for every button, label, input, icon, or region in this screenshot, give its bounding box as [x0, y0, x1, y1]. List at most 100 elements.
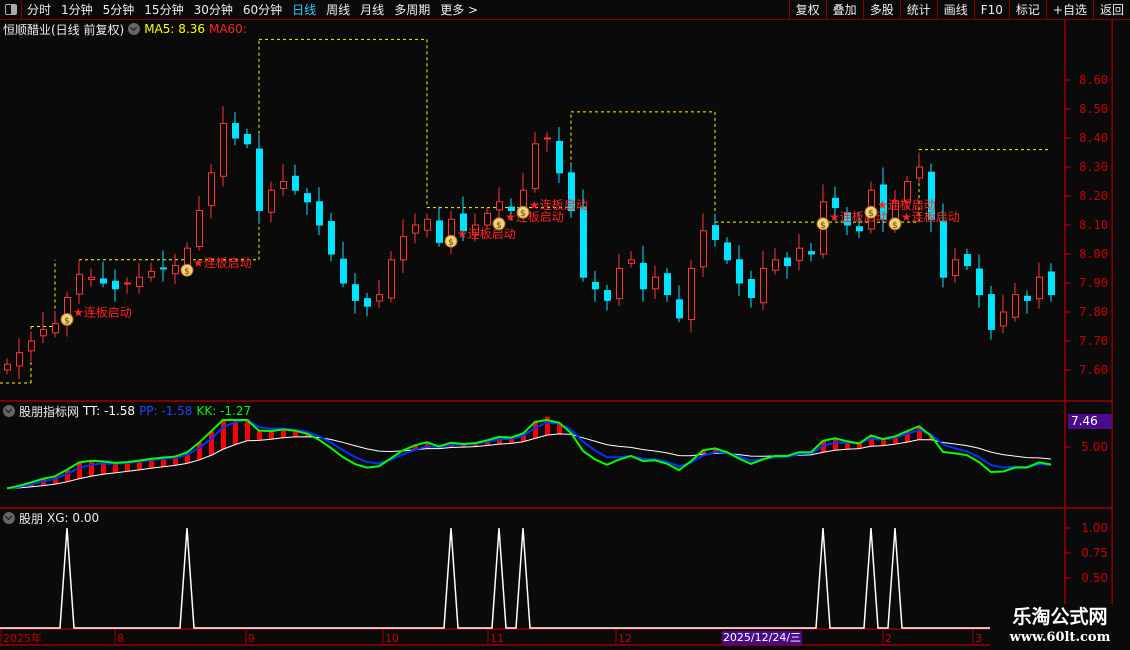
period-tab[interactable]: 分时 — [22, 1, 56, 18]
period-tab[interactable]: 60分钟 — [238, 1, 287, 18]
right-info-strip[interactable] — [1112, 20, 1130, 630]
stock-title: 恒顺醋业(日线 前复权) — [3, 22, 125, 37]
candle-down — [808, 251, 815, 255]
candle-down — [316, 201, 323, 226]
candle-up — [376, 294, 383, 302]
candle-up — [484, 212, 491, 226]
xg-value: XG: 0.00 — [47, 511, 100, 525]
candle-down — [856, 226, 863, 232]
indicator-bar — [77, 462, 82, 479]
indicator-bar — [209, 431, 214, 456]
candle-up — [40, 328, 47, 337]
candle-down — [256, 148, 263, 212]
period-tab[interactable]: 日线 — [287, 1, 321, 18]
signal-label: ★连板启动 — [901, 209, 960, 224]
y-tick-label: 8.30 — [1079, 160, 1108, 174]
candle-down — [676, 299, 683, 319]
dropdown-icon[interactable] — [3, 405, 15, 417]
toolbar-button[interactable]: 复权 — [788, 0, 826, 20]
candle-down — [232, 123, 239, 139]
date-label: 9 — [248, 632, 255, 645]
candle-down — [784, 257, 791, 267]
y-tick-label: 1.00 — [1081, 521, 1108, 535]
toolbar-button[interactable]: +自选 — [1045, 0, 1093, 20]
candle-down — [832, 197, 839, 209]
toolbar-button[interactable]: 画线 — [936, 0, 974, 20]
kk-line — [6, 418, 1052, 490]
signal-label: ★连板启动 — [73, 305, 132, 320]
period-tab[interactable]: 30分钟 — [189, 1, 238, 18]
toolbar-button[interactable]: 多股 — [862, 0, 900, 20]
candle-down — [436, 220, 443, 243]
period-tab[interactable]: 多周期 — [389, 1, 435, 18]
candle-up — [700, 230, 707, 268]
pp-line — [6, 418, 1052, 490]
date-label: 2 — [885, 632, 892, 645]
toolbar-button[interactable]: 标记 — [1008, 0, 1046, 20]
candle-down — [724, 242, 731, 261]
money-bag-icon: $ — [496, 221, 502, 231]
pp-value: PP: -1.58 — [139, 404, 193, 418]
toolbar-button[interactable]: F10 — [973, 0, 1009, 20]
candle-down — [592, 281, 599, 290]
y-tick-label: 5.00 — [1081, 440, 1108, 454]
period-tab[interactable]: 1分钟 — [56, 1, 98, 18]
money-bag-icon: $ — [184, 267, 190, 277]
candle-down — [736, 259, 743, 284]
candle-down — [112, 280, 119, 290]
candle-down — [940, 220, 947, 278]
watermark-title: 乐淘公式网 — [1012, 606, 1108, 628]
candle-up — [280, 181, 287, 189]
chart-title-bar: 恒顺醋业(日线 前复权) MA5: 8.36 MA60: — [0, 21, 247, 37]
candle-up — [916, 166, 923, 179]
signal-label: ★连板启动 — [193, 255, 252, 270]
candle-up — [268, 189, 275, 213]
indicator-bar — [281, 429, 286, 438]
candle-up — [388, 259, 395, 299]
period-tab[interactable]: 周线 — [321, 1, 355, 18]
candle-up — [1036, 276, 1043, 300]
candle-down — [1024, 295, 1031, 301]
candle-down — [988, 294, 995, 330]
candle-up — [952, 259, 959, 276]
date-label: 8 — [117, 632, 124, 645]
y-tick-label: 8.10 — [1079, 218, 1108, 232]
candle-up — [172, 265, 179, 275]
candle-up — [544, 137, 551, 140]
candle-up — [220, 123, 227, 177]
candle-down — [100, 278, 107, 284]
signal-label: ★连板启动 — [457, 226, 516, 241]
period-tab[interactable]: 15分钟 — [139, 1, 188, 18]
period-toolbar: 分时 1分钟 5分钟 15分钟 30分钟 60分钟 日线 周线 月线 多周期 更多 > 复权 叠加 多股… — [0, 0, 1130, 20]
candle-up — [4, 363, 11, 371]
period-tab[interactable]: 更多 > — [435, 1, 483, 18]
candle-down — [292, 175, 299, 191]
period-tab[interactable]: 月线 — [355, 1, 389, 18]
current-indicator-value: 7.46 — [1068, 414, 1112, 429]
sidebar-toggle-button[interactable] — [0, 0, 22, 20]
xg-panel-name: 股朋 — [19, 511, 44, 526]
period-tab[interactable]: 5分钟 — [98, 1, 140, 18]
indicator-bar — [257, 430, 262, 441]
toolbar-button[interactable]: 叠加 — [825, 0, 863, 20]
candle-up — [136, 276, 143, 287]
candle-down — [712, 225, 719, 241]
dropdown-icon[interactable] — [128, 23, 141, 35]
kline-chart[interactable]: 8.60 8.50 8.40 8.30 8.20 8.10 8.00 7.90 7.80 7.70… — [0, 0, 1130, 650]
money-bag-icon: $ — [64, 317, 70, 327]
y-tick-label: 7.80 — [1079, 305, 1108, 319]
xg-line — [0, 527, 1060, 629]
y-tick-label: 7.90 — [1079, 276, 1108, 290]
candle-up — [796, 247, 803, 261]
candle-up — [1000, 311, 1007, 327]
y-tick-label: 0.75 — [1081, 546, 1108, 560]
y-tick-label: 8.50 — [1079, 102, 1108, 116]
dropdown-icon[interactable] — [3, 512, 15, 524]
ma5-value: MA5: 8.36 — [144, 22, 205, 36]
candle-down — [340, 258, 347, 284]
candle-up — [652, 276, 659, 290]
toolbar-button[interactable]: 返回 — [1092, 0, 1130, 20]
candle-up — [124, 282, 131, 285]
y-tick-label: 0.50 — [1081, 571, 1108, 585]
toolbar-button[interactable]: 统计 — [899, 0, 937, 20]
